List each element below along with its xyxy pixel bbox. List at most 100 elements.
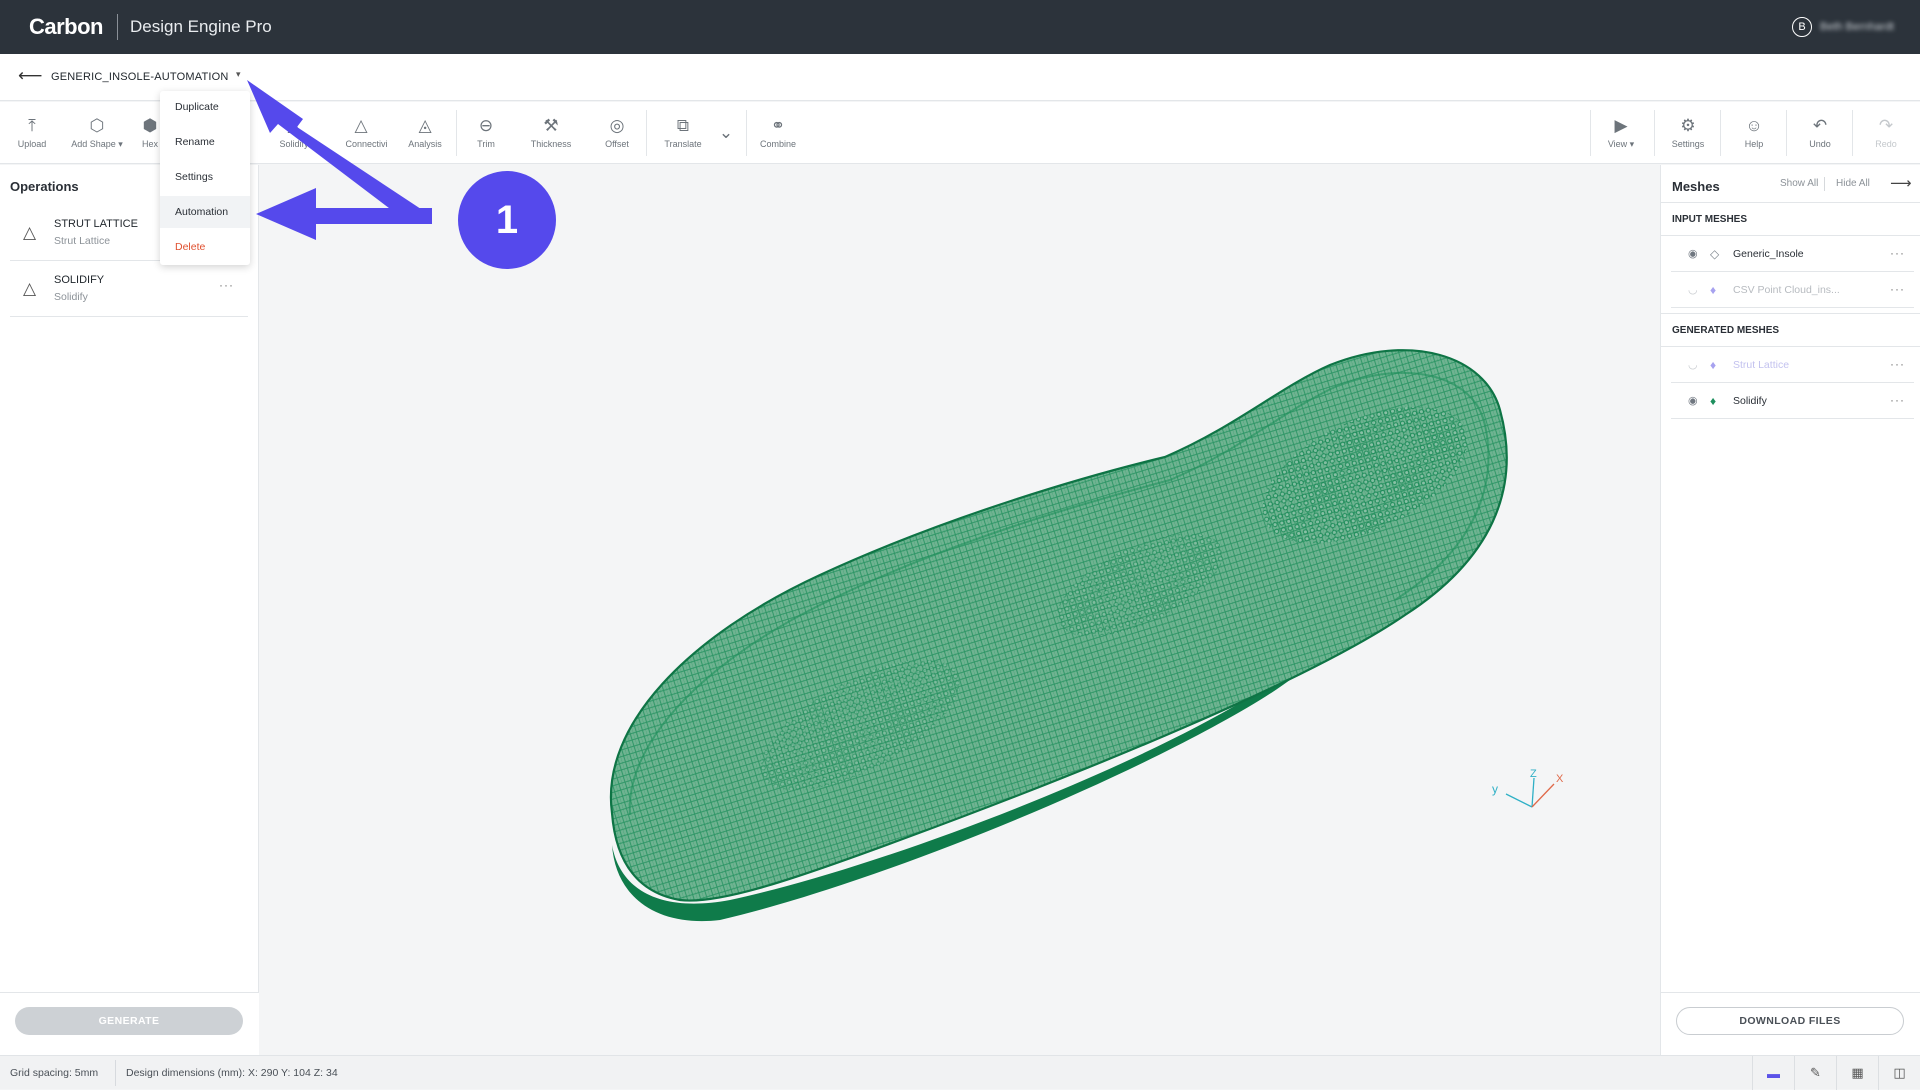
upload-label: Upload xyxy=(17,139,47,149)
more-icon[interactable]: ··· xyxy=(219,278,234,292)
eye-hidden-icon[interactable]: ◡ xyxy=(1688,283,1698,296)
download-files-button[interactable]: DOWNLOAD FILES xyxy=(1676,1007,1904,1035)
mesh-name: CSV Point Cloud_ins... xyxy=(1733,284,1840,296)
grid-view-icon[interactable]: ▦ xyxy=(1836,1056,1878,1090)
undo-label: Undo xyxy=(1809,139,1831,149)
more-icon[interactable]: ··· xyxy=(1890,282,1905,296)
help-icon: ☺ xyxy=(1745,116,1763,135)
operations-panel: Operations △ STRUT LATTICE Strut Lattice… xyxy=(0,165,259,1055)
arrow-left-icon[interactable]: ⟵ xyxy=(18,66,42,86)
view-button[interactable]: ▶ View ▾ xyxy=(1604,102,1638,164)
settings-label: Settings xyxy=(1671,139,1705,149)
undo-icon: ↶ xyxy=(1812,116,1828,135)
mesh-name: Generic_Insole xyxy=(1733,248,1804,260)
panel-layout-icon[interactable]: ◫ xyxy=(1878,1056,1920,1090)
measure-icon[interactable]: ✎ xyxy=(1794,1056,1836,1090)
axis-x-label: X xyxy=(1556,773,1564,785)
eye-icon[interactable]: ◉ xyxy=(1688,247,1698,260)
chevron-down-icon: ⌄ xyxy=(718,123,734,142)
more-icon[interactable]: ··· xyxy=(1890,357,1905,371)
upload-icon: ⤒ xyxy=(28,116,36,135)
translate-icon: ⧉ xyxy=(676,116,690,135)
hex-button[interactable]: ⬢ Hex xyxy=(138,102,162,164)
mesh-color-icon: ♦ xyxy=(1710,358,1717,372)
app-header: Carbon Design Engine Pro B Beth Bernhard… xyxy=(0,0,1920,54)
avatar[interactable]: B xyxy=(1792,17,1812,37)
more-icon[interactable]: ··· xyxy=(1890,393,1905,407)
undo-button[interactable]: ↶ Undo xyxy=(1806,102,1834,164)
thickness-button[interactable]: ⚒ Thickness xyxy=(526,102,576,164)
offset-icon: ◎ xyxy=(609,116,625,135)
mesh-color-icon: ♦ xyxy=(1710,283,1717,297)
menu-item-rename[interactable]: Rename xyxy=(160,126,250,158)
mesh-row[interactable]: ◉ ◇ Generic_Insole ··· xyxy=(1671,236,1914,272)
axis-z-label: Z xyxy=(1530,768,1537,780)
analysis-button[interactable]: ◬ Analysis xyxy=(401,102,449,164)
more-tools-button[interactable]: ⌄ xyxy=(714,102,738,164)
menu-item-automation[interactable]: Automation xyxy=(160,196,250,228)
mesh-row[interactable]: ◡ ♦ Strut Lattice ··· xyxy=(1671,347,1914,383)
operation-name: SOLIDIFY xyxy=(54,274,105,286)
insole-mesh[interactable] xyxy=(260,165,1660,1055)
mesh-name: Solidify xyxy=(1733,395,1767,407)
show-all-link[interactable]: Show All xyxy=(1780,178,1818,189)
add-shape-button[interactable]: ⬡ Add Shape ▾ xyxy=(66,102,128,164)
operation-type: Strut Lattice xyxy=(54,235,111,247)
generate-button[interactable]: GENERATE xyxy=(15,1007,243,1035)
carbon-logo: Carbon xyxy=(29,14,104,39)
help-label: Help xyxy=(1744,139,1764,149)
help-button[interactable]: ☺ Help xyxy=(1740,102,1768,164)
toolbar-divider xyxy=(646,110,647,156)
view-mode-toggles: ▬ ✎ ▦ ◫ xyxy=(1752,1056,1920,1090)
redo-icon: ↷ xyxy=(1878,116,1894,135)
eye-hidden-icon[interactable]: ◡ xyxy=(1688,358,1698,371)
project-name[interactable]: GENERIC_INSOLE-AUTOMATION xyxy=(51,71,229,83)
hex-lattice-icon: ⬢ xyxy=(142,116,158,135)
status-bar: Grid spacing: 5mm Design dimensions (mm)… xyxy=(0,1055,1920,1090)
generate-area: GENERATE xyxy=(0,992,259,1055)
solidify-button[interactable]: △ Solidify xyxy=(277,102,311,164)
connectivity-label: Connectivity xyxy=(345,139,387,149)
status-divider xyxy=(115,1060,116,1086)
toolbar-divider xyxy=(456,110,457,156)
project-menu: Duplicate Rename Settings Automation Del… xyxy=(160,91,250,265)
product-name: Design Engine Pro xyxy=(130,17,272,36)
redo-button[interactable]: ↷ Redo xyxy=(1872,102,1900,164)
connectivity-icon: △ xyxy=(354,116,368,135)
3d-viewport[interactable]: y Z X xyxy=(260,165,1660,1055)
translate-button[interactable]: ⧉ Translate xyxy=(660,102,706,164)
link-divider xyxy=(1824,177,1825,191)
more-icon[interactable]: ··· xyxy=(1890,246,1905,260)
collapse-panel-icon[interactable]: ⟶ xyxy=(1890,174,1912,192)
chevron-down-icon[interactable]: ▾ xyxy=(236,69,241,80)
offset-button[interactable]: ◎ Offset xyxy=(600,102,634,164)
combine-button[interactable]: ⚭ Combine xyxy=(757,102,799,164)
offset-label: Offset xyxy=(605,139,629,149)
generated-meshes-header: GENERATED MESHES xyxy=(1661,313,1920,347)
eye-icon[interactable]: ◉ xyxy=(1688,394,1698,407)
view-label: View ▾ xyxy=(1607,138,1635,149)
mesh-row[interactable]: ◉ ♦ Solidify ··· xyxy=(1671,383,1914,419)
hex-label: Hex xyxy=(141,139,158,149)
user-name[interactable]: Beth Bernhardt xyxy=(1820,21,1894,33)
meshes-panel: Meshes Show All Hide All ⟶ INPUT MESHES … xyxy=(1660,165,1920,1055)
settings-button[interactable]: ⚙ Settings xyxy=(1668,102,1708,164)
hide-all-link[interactable]: Hide All xyxy=(1836,178,1870,189)
upload-button[interactable]: ⤒ Upload xyxy=(14,102,50,164)
menu-item-delete[interactable]: Delete xyxy=(160,231,250,263)
operation-type: Solidify xyxy=(54,291,88,303)
mesh-row[interactable]: ◡ ♦ CSV Point Cloud_ins... ··· xyxy=(1671,272,1914,308)
mesh-view-icon[interactable]: ▬ xyxy=(1752,1056,1794,1090)
connectivity-button[interactable]: △ Connectivity xyxy=(335,102,387,164)
menu-item-settings[interactable]: Settings xyxy=(160,161,250,193)
thickness-icon: ⚒ xyxy=(543,116,559,135)
toolbar-divider xyxy=(746,110,747,156)
operation-item[interactable]: △ SOLIDIFY Solidify ··· xyxy=(10,261,248,317)
add-shape-label: Add Shape ▾ xyxy=(71,138,123,149)
input-meshes-header: INPUT MESHES xyxy=(1661,202,1920,236)
axis-y-label: y xyxy=(1492,782,1498,796)
menu-item-duplicate[interactable]: Duplicate xyxy=(160,91,250,123)
trim-button[interactable]: ⊖ Trim xyxy=(472,102,500,164)
redo-label: Redo xyxy=(1875,139,1897,149)
user-menu[interactable]: B Beth Bernhardt xyxy=(1792,17,1894,37)
